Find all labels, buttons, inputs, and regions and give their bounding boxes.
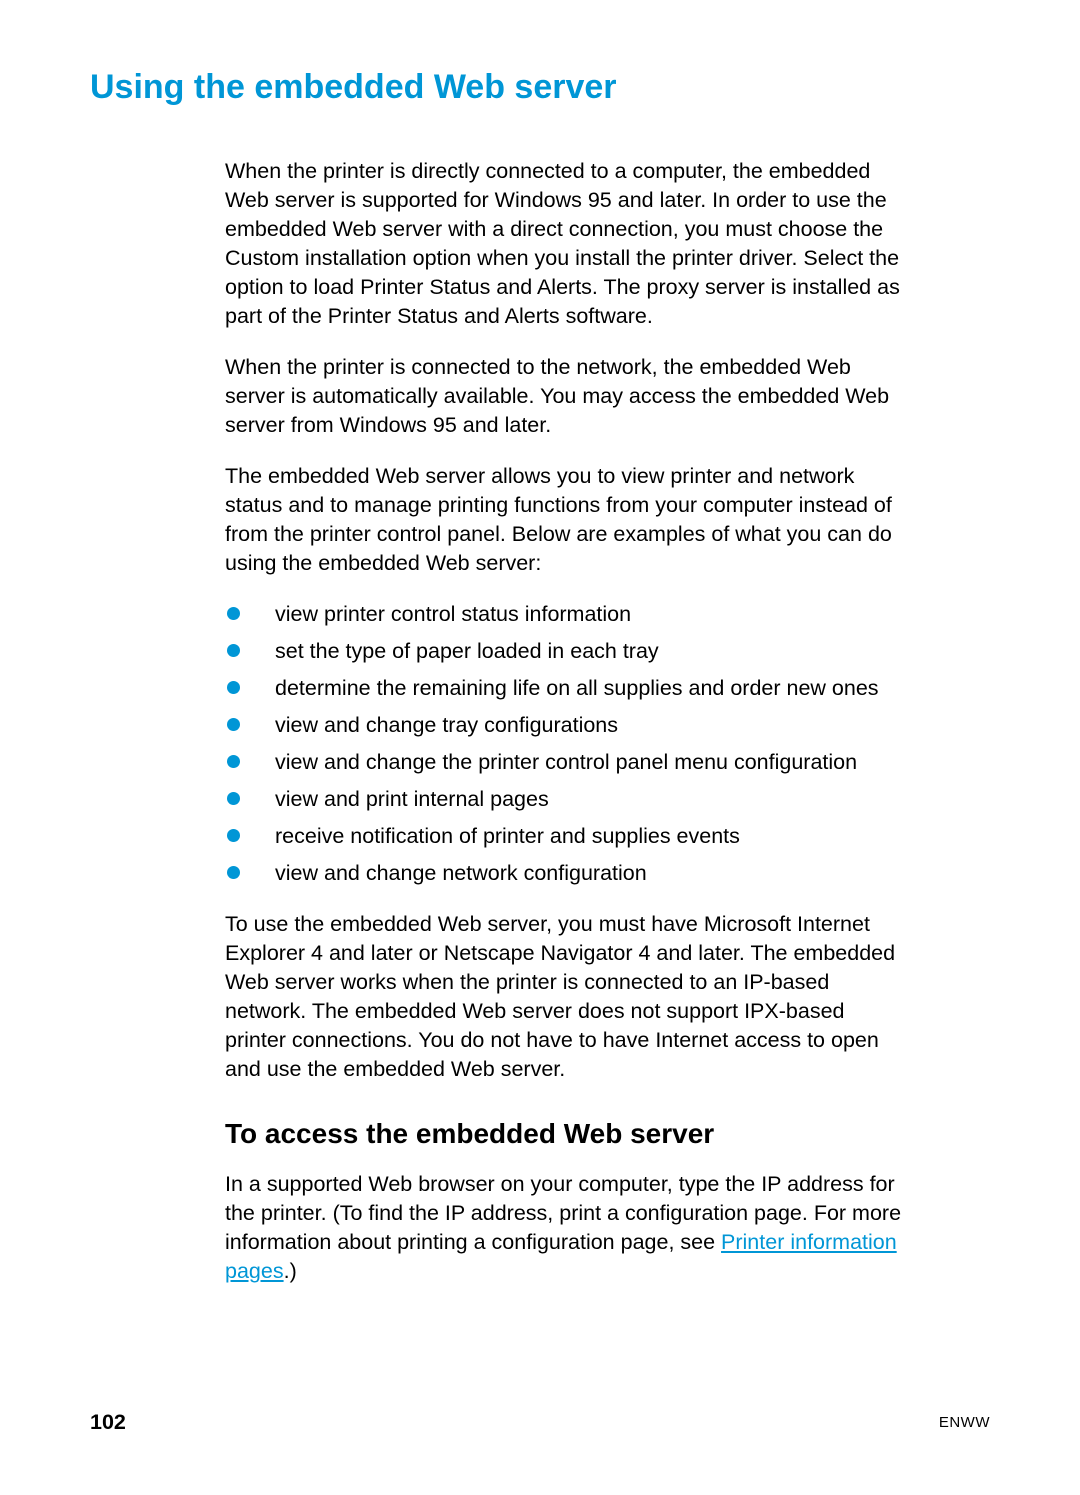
footer-right-label: ENWW	[939, 1414, 990, 1431]
list-item: set the type of paper loaded in each tra…	[225, 637, 905, 666]
paragraph: To use the embedded Web server, you must…	[225, 910, 905, 1084]
paragraph: The embedded Web server allows you to vi…	[225, 462, 905, 578]
list-item: view and change network configuration	[225, 859, 905, 888]
list-item: view and print internal pages	[225, 785, 905, 814]
list-item: view printer control status information	[225, 600, 905, 629]
page-title: Using the embedded Web server	[90, 68, 990, 107]
page-footer: 102 ENWW	[90, 1410, 990, 1435]
paragraph: In a supported Web browser on your compu…	[225, 1170, 905, 1286]
paragraph: When the printer is directly connected t…	[225, 157, 905, 331]
list-item: view and change tray configurations	[225, 711, 905, 740]
list-item: determine the remaining life on all supp…	[225, 674, 905, 703]
page-number: 102	[90, 1410, 126, 1435]
body-content: When the printer is directly connected t…	[225, 157, 905, 1286]
feature-list: view printer control status information …	[225, 600, 905, 888]
paragraph: When the printer is connected to the net…	[225, 353, 905, 440]
text-run: .)	[284, 1259, 297, 1283]
section-heading: To access the embedded Web server	[225, 1118, 905, 1150]
list-item: receive notification of printer and supp…	[225, 822, 905, 851]
list-item: view and change the printer control pane…	[225, 748, 905, 777]
